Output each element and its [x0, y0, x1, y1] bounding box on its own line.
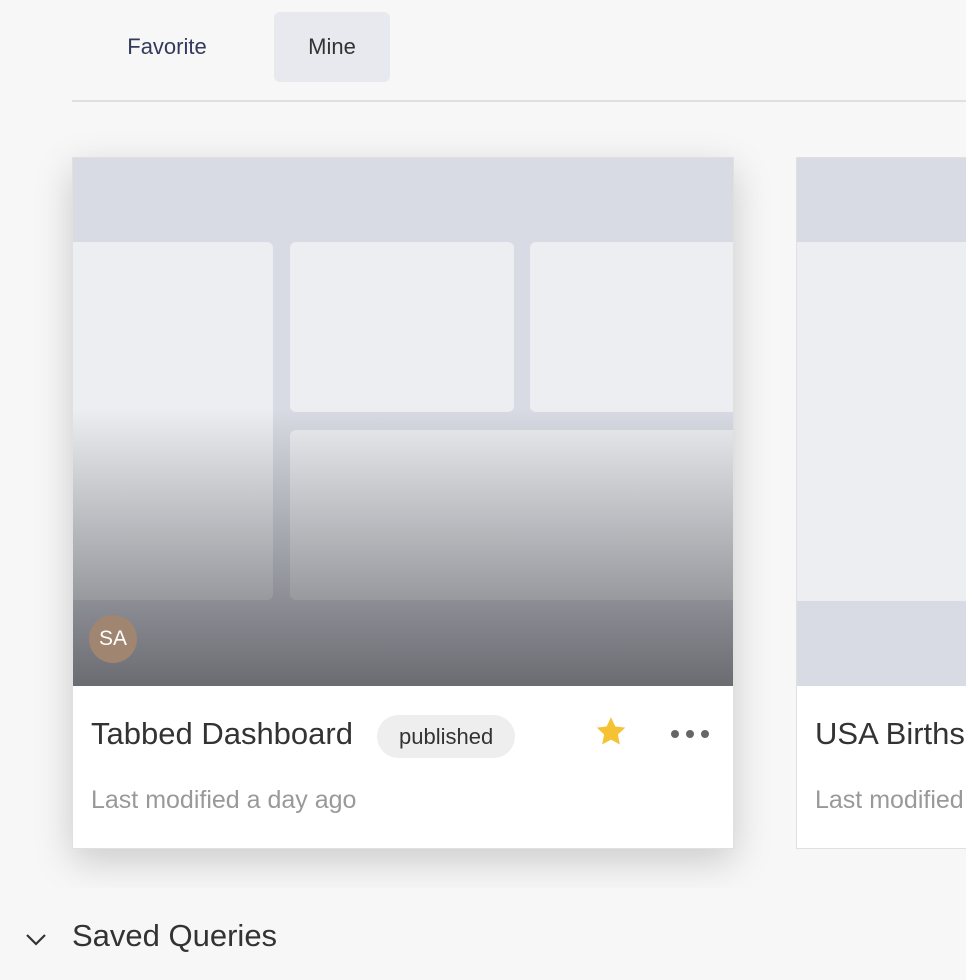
thumbnail-gradient: [73, 408, 733, 686]
chevron-down-icon[interactable]: [22, 930, 50, 950]
status-badge: published: [377, 715, 516, 758]
last-modified: Last modified a day ago: [815, 786, 966, 814]
more-horizontal-icon[interactable]: [665, 718, 715, 750]
section-title: Saved Queries: [72, 918, 278, 953]
thumbnail-tile: [530, 242, 733, 412]
card-title[interactable]: Tabbed Dashboard: [91, 716, 353, 752]
thumbnail-tile: [290, 242, 514, 412]
thumbnail-header: [797, 158, 966, 242]
tab-mine[interactable]: Mine: [274, 12, 390, 82]
dashboard-card[interactable]: SA Tabbed Dashboard published Last modif…: [72, 157, 734, 849]
last-modified: Last modified a day ago: [91, 786, 357, 814]
owner-avatar[interactable]: SA: [89, 615, 137, 663]
dashboard-thumbnail[interactable]: SA: [73, 158, 733, 686]
dashboard-card[interactable]: USA Births Names Last modified a day ago: [796, 157, 966, 849]
dashboard-thumbnail[interactable]: [797, 158, 966, 686]
tab-favorite[interactable]: Favorite: [92, 12, 242, 82]
thumbnail-footer: [797, 601, 966, 686]
card-title[interactable]: USA Births Names: [815, 716, 966, 752]
tab-bar: Favorite Mine: [72, 12, 966, 102]
saved-queries-section-header[interactable]: Saved Queries: [0, 888, 966, 980]
star-icon[interactable]: [593, 714, 629, 750]
